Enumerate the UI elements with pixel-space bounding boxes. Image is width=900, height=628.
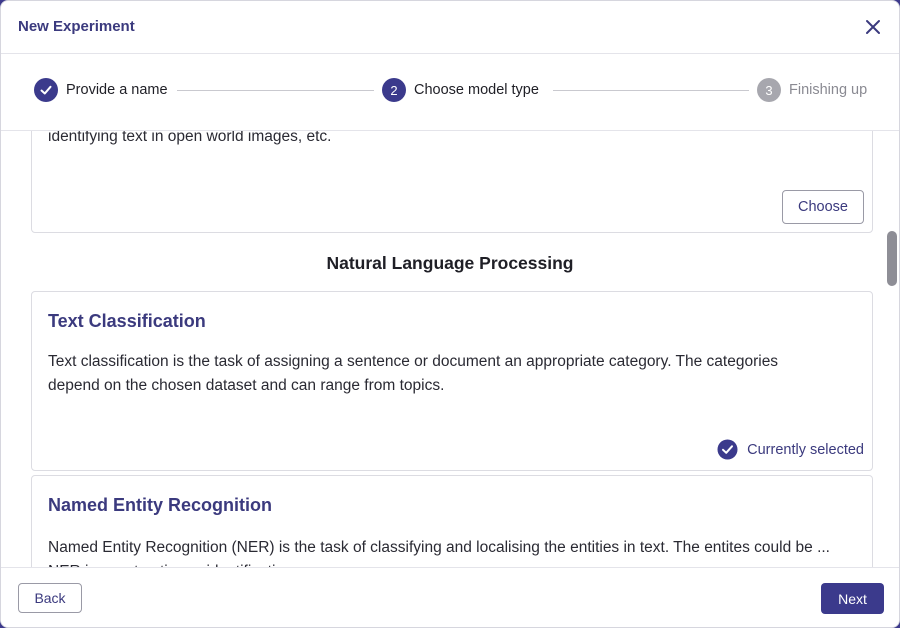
model-type-list[interactable]: identifying text in open world images, e…: [1, 131, 899, 567]
check-icon: [40, 85, 52, 95]
card-title: Text Classification: [48, 311, 206, 331]
card-title: Named Entity Recognition: [48, 495, 273, 515]
currently-selected-indicator: Currently selected: [717, 439, 864, 460]
step-number: 2: [382, 78, 406, 102]
card-description: identifying text in open world images, e…: [48, 131, 332, 145]
dialog-footer: Back Next: [1, 567, 899, 627]
model-card-named-entity-recognition[interactable]: Named Entity Recognition Named Entity Re…: [31, 475, 873, 567]
card-description: Text classification is the task of assig…: [48, 353, 779, 394]
dialog-title: New Experiment: [18, 18, 135, 35]
step-complete-icon: [34, 78, 58, 102]
stepper: Provide a name 2 Choose model type 3 Fin…: [1, 54, 899, 131]
step-number: 3: [757, 78, 781, 102]
step-label: Finishing up: [789, 82, 868, 98]
back-button[interactable]: Back: [18, 583, 82, 613]
scrollbar-thumb[interactable]: [887, 231, 897, 286]
close-button[interactable]: [863, 17, 883, 37]
section-title: Natural Language Processing: [326, 253, 574, 273]
choose-button[interactable]: Choose: [782, 190, 864, 224]
step-connector: [177, 90, 374, 91]
new-experiment-dialog: New Experiment Provide a name 2 Choose m…: [0, 0, 900, 628]
step-choose-model-type: 2 Choose model type: [382, 78, 539, 102]
check-circle-icon: [717, 439, 738, 460]
step-finishing-up: 3 Finishing up: [757, 78, 867, 102]
model-card-text-classification[interactable]: Text Classification Text classification …: [31, 291, 873, 471]
step-label: Choose model type: [414, 82, 539, 98]
close-icon: [866, 20, 880, 34]
step-provide-name: Provide a name: [34, 78, 168, 102]
selected-label: Currently selected: [747, 441, 864, 458]
step-label: Provide a name: [66, 82, 168, 98]
step-connector: [553, 90, 749, 91]
next-button[interactable]: Next: [821, 583, 884, 614]
card-description: Named Entity Recognition (NER) is the ta…: [48, 539, 830, 567]
dialog-header: New Experiment: [1, 1, 899, 54]
model-card-previous: identifying text in open world images, e…: [31, 131, 873, 233]
